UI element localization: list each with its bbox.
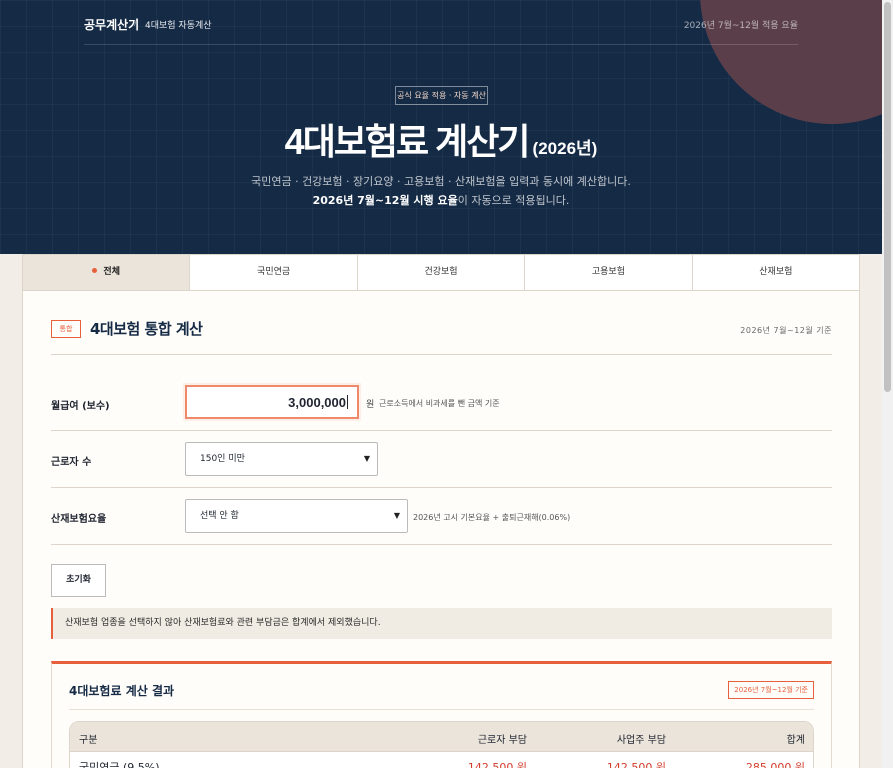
section-title: 4대보험 통합 계산 [90, 320, 203, 338]
industrial-rate-select[interactable]: 선택 안 함 ▼ [185, 499, 408, 533]
scrollbar-thumb[interactable] [884, 2, 891, 392]
scrollbar[interactable] [882, 0, 893, 768]
employee-amount: 142,500 원 [467, 761, 527, 768]
result-card: 4대보험료 계산 결과 2026년 7월~12월 기준 구분 근로자 부담 사업… [51, 661, 832, 768]
hero-description: 국민연금 · 건강보험 · 장기요양 · 고용보험 · 산재보험을 입력과 동시… [0, 172, 882, 210]
tab-label: 산재보험 [759, 267, 793, 277]
employer-amount: 142,500 원 [606, 761, 666, 768]
page-title-main: 4대보험료 계산기 [284, 121, 531, 162]
salary-row: 월급여 (보수) 원 근로소득에서 비과세를 뺀 금액 기준 [51, 355, 832, 431]
tab-employment-insurance[interactable]: 고용보험 [525, 255, 693, 290]
industrial-rate-row: 산재보험요율 선택 안 함 ▼ 2026년 고시 기본요율 + 출퇴근재해(0.… [51, 488, 832, 545]
salary-unit: 원 [366, 400, 375, 410]
result-date-badge: 2026년 7월~12월 기준 [728, 681, 814, 699]
column-header: 구분 [79, 735, 98, 746]
tab-health-insurance[interactable]: 건강보험 [357, 255, 526, 290]
row-name: 국민연금 (9.5%) [79, 761, 160, 768]
workers-row: 근로자 수 150인 미만 ▼ [51, 431, 832, 488]
table-header: 구분 근로자 부담 사업주 부담 합계 [70, 722, 813, 752]
rate-period-note: 2026년 7월~12월 적용 요율 [683, 21, 798, 31]
page-title: 4대보험료 계산기 (2026년) [0, 113, 882, 165]
breadcrumb-separator: / [134, 17, 138, 28]
chevron-down-icon: ▼ [393, 511, 400, 520]
workers-select[interactable]: 150인 미만 ▼ [185, 442, 378, 476]
hero-desc-rest: 이 자동으로 적용됩니다. [457, 194, 570, 207]
result-title: 4대보험료 계산 결과 [69, 684, 175, 698]
column-header: 근로자 부담 [477, 735, 527, 746]
table-row: 국민연금 (9.5%) 142,500 원 142,500 원 285,000 … [70, 752, 813, 768]
hero-banner: 공무계산기 / 4대보험 자동계산 2026년 7월~12월 적용 요율 공식 … [0, 0, 882, 254]
breadcrumb-current[interactable]: 4대보험 자동계산 [145, 18, 212, 31]
text-cursor [347, 395, 348, 409]
tab-label: 국민연금 [257, 267, 291, 277]
reset-button[interactable]: 초기화 [51, 564, 106, 597]
top-navigation: 공무계산기 / 4대보험 자동계산 2026년 7월~12월 적용 요율 [84, 16, 798, 45]
industrial-rate-label: 산재보험요율 [51, 514, 107, 525]
section-date: 2026년 7월~12월 기준 [740, 326, 832, 335]
result-table: 구분 근로자 부담 사업주 부담 합계 국민연금 (9.5%) 142,500 … [69, 721, 814, 768]
total-amount: 285,000 원 [745, 761, 805, 768]
tab-industrial-insurance[interactable]: 산재보험 [692, 255, 860, 290]
tab-label: 전체 [103, 267, 120, 277]
notice-banner: 산재보험 업종을 선택하지 않아 산재보험료와 관련 부담금은 합계에서 제외했… [51, 608, 832, 639]
workers-selected-value: 150인 미만 [200, 454, 245, 464]
workers-label: 근로자 수 [51, 457, 92, 468]
tab-label: 고용보험 [591, 267, 625, 277]
industrial-rate-hint: 2026년 고시 기본요율 + 출퇴근재해(0.06%) [413, 513, 571, 522]
site-logo[interactable]: 공무계산기 [84, 16, 139, 33]
tab-label: 건강보험 [424, 267, 458, 277]
active-dot-icon [92, 268, 98, 273]
tab-national-pension[interactable]: 국민연금 [190, 255, 358, 290]
salary-input[interactable] [185, 385, 359, 419]
calculator-panel: 전체 국민연금 건강보험 고용보험 산재보험 통합 4대보험 통합 계산 202… [22, 254, 860, 768]
hero-desc-line1: 국민연금 · 건강보험 · 장기요양 · 고용보험 · 산재보험을 입력과 동시… [251, 175, 631, 188]
section-header: 통합 4대보험 통합 계산 2026년 7월~12월 기준 [51, 319, 832, 355]
insurance-tabs: 전체 국민연금 건강보험 고용보험 산재보험 [23, 255, 860, 291]
divider [69, 709, 814, 710]
hero-desc-emphasis: 2026년 7월~12월 시행 요율 [312, 194, 458, 207]
chevron-down-icon: ▼ [363, 454, 370, 463]
hero-badge: 공식 요율 적용 · 자동 계산 [395, 86, 488, 105]
tab-all[interactable]: 전체 [23, 255, 191, 290]
industrial-selected-value: 선택 안 함 [200, 511, 239, 521]
salary-label: 월급여 (보수) [51, 401, 110, 412]
column-header: 합계 [786, 735, 805, 746]
column-header: 사업주 부담 [616, 735, 666, 746]
salary-hint: 근로소득에서 비과세를 뺀 금액 기준 [379, 399, 500, 408]
page-title-year: (2026년) [532, 139, 598, 158]
hero-desc-line2: 2026년 7월~12월 시행 요율이 자동으로 적용됩니다. [0, 191, 882, 210]
section-tag: 통합 [51, 320, 81, 338]
